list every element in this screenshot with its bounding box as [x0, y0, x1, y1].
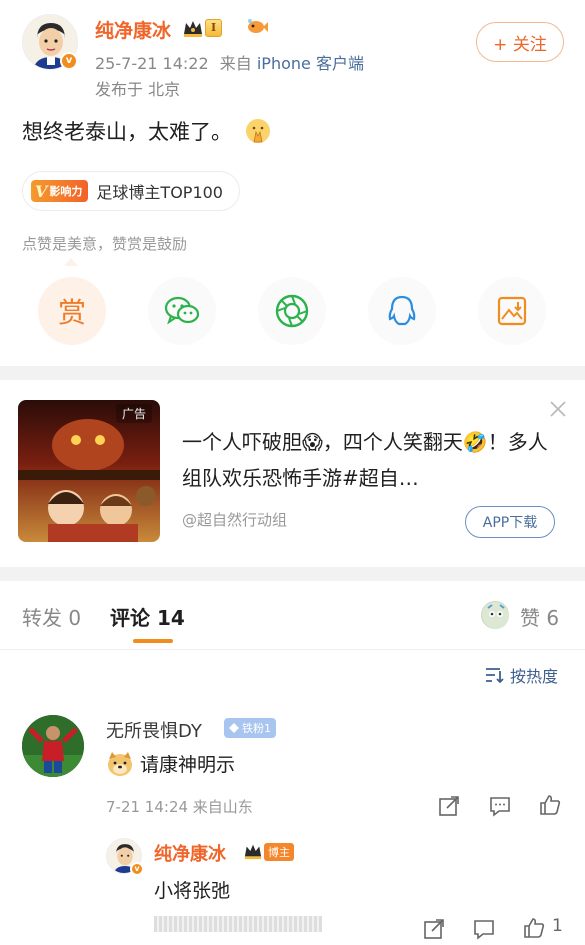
source-prefix: 来自	[219, 54, 252, 73]
post-location: 发布于 北京	[95, 80, 181, 99]
save-image-icon	[497, 296, 527, 326]
tag-text: 足球博主TOP100	[96, 183, 223, 202]
doge-emoji-icon	[108, 751, 132, 776]
ad-label: 广告	[115, 404, 152, 423]
tab-repost[interactable]: 转发 0	[22, 602, 81, 631]
reply-meta-obscured	[154, 916, 322, 932]
post-meta: 25-7-21 14:22 来自 iPhone 客户端	[95, 50, 364, 74]
app-download-button[interactable]: APP下载	[465, 506, 555, 538]
verified-badge-icon: v	[60, 52, 78, 70]
tab-divider	[0, 649, 585, 650]
tab-comment[interactable]: 评论 14	[110, 602, 185, 631]
crown-icon	[184, 21, 202, 37]
reply-like-count: 1	[552, 916, 563, 936]
liker-face-icon	[483, 603, 509, 629]
reward-tip: 点赞是美意，赞赏是鼓励	[22, 235, 188, 253]
post-text: 想终老泰山，太难了。	[22, 120, 232, 144]
share-wechat-button[interactable]	[148, 277, 216, 345]
qq-icon	[388, 295, 416, 326]
follow-button[interactable]: + 关注	[476, 22, 564, 62]
share-qq-button[interactable]	[368, 277, 436, 345]
comment-meta: 7-21 14:24 来自山东	[106, 798, 253, 816]
like-icon[interactable]	[522, 916, 546, 940]
wechat-icon	[164, 296, 200, 325]
post-body: 想终老泰山，太难了。	[22, 116, 271, 146]
comment-body: 请康神明示	[106, 750, 235, 777]
ad-source[interactable]: @超自然行动组	[182, 509, 287, 530]
comment-icon[interactable]	[488, 794, 512, 818]
level-label: I	[205, 19, 223, 37]
tip-arrow-icon	[64, 258, 78, 266]
liker-avatar[interactable]	[481, 601, 509, 629]
section-divider	[0, 366, 585, 380]
post-source[interactable]: iPhone 客户端	[257, 54, 364, 73]
crown-icon	[244, 844, 262, 860]
moments-icon	[275, 294, 309, 328]
fish-badge-icon[interactable]	[246, 17, 268, 37]
commenter-avatar[interactable]	[22, 715, 84, 777]
reward-button[interactable]: 赏	[38, 277, 106, 345]
reply-author-name[interactable]: 纯净康冰	[154, 840, 226, 866]
section-divider	[0, 567, 585, 581]
author-badge: 博主	[264, 843, 294, 861]
reply-text: 小将张弛	[154, 880, 231, 902]
reward-icon: 赏	[57, 296, 86, 329]
v-icon: V	[35, 181, 48, 201]
comment-text: 请康神明示	[140, 754, 236, 776]
ad-text[interactable]: 一个人吓破胆😱，四个人笑翻天🤣！多人组队欢乐恐怖手游#超自…	[182, 424, 550, 496]
sort-button[interactable]: 按热度	[484, 663, 558, 687]
share-icon[interactable]	[437, 794, 461, 818]
post-timestamp: 25-7-21 14:22	[95, 54, 209, 73]
like-icon[interactable]	[538, 793, 562, 817]
comment-icon[interactable]	[472, 917, 496, 941]
verified-badge-icon: v	[130, 862, 144, 876]
share-moments-button[interactable]	[258, 277, 326, 345]
fan-badge: 铁粉1	[224, 718, 276, 738]
pray-emoji-icon	[245, 119, 270, 143]
influence-tag[interactable]: V 影响力 足球博主TOP100	[22, 171, 240, 211]
diamond-icon	[229, 723, 239, 733]
share-icon[interactable]	[422, 917, 446, 941]
tab-like[interactable]: 赞 6	[520, 602, 559, 631]
commenter-photo	[22, 715, 84, 777]
sort-icon	[486, 668, 504, 684]
sort-label: 按热度	[510, 667, 559, 686]
close-icon[interactable]	[547, 398, 569, 420]
author-name[interactable]: 纯净康冰	[95, 16, 171, 43]
member-badge[interactable]: I	[182, 17, 223, 39]
influence-badge: V 影响力	[31, 180, 89, 202]
save-image-button[interactable]	[478, 277, 546, 345]
commenter-name[interactable]: 无所畏惧DY	[106, 717, 202, 743]
tab-underline	[133, 639, 173, 643]
ad-image[interactable]: 广告	[18, 400, 160, 542]
